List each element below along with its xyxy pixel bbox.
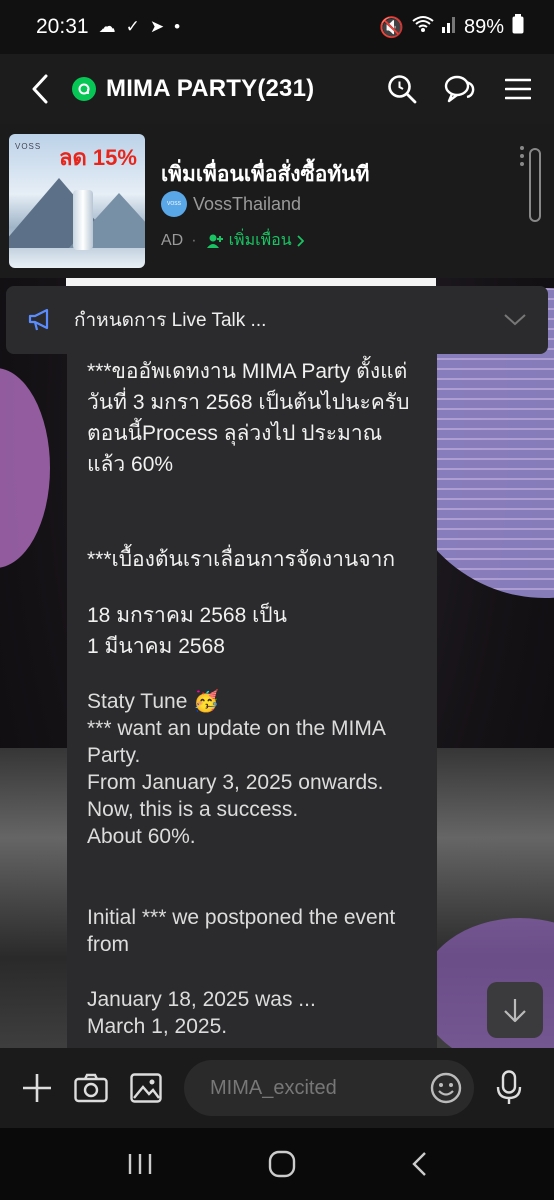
message-line: Initial *** we postponed the event from — [87, 906, 396, 956]
add-friend-label: เพิ่มเพื่อน — [228, 232, 292, 249]
message-bubble[interactable]: ***ขออัพเดทงาน MIMA Party ตั้งแต่วันที่ … — [67, 354, 437, 1048]
message-line: 1 มีนาคม 2568 — [87, 635, 225, 658]
ad-discount: ลด 15% — [59, 145, 137, 170]
message-line: Staty Tune 🥳 — [87, 690, 220, 713]
ad-image-brand: VOSS — [15, 142, 42, 151]
message-line: January 18, 2025 was ... — [87, 988, 316, 1011]
ad-scroll-indicator — [529, 148, 541, 222]
back-nav-icon[interactable] — [411, 1151, 427, 1177]
camera-icon[interactable] — [74, 1073, 108, 1103]
search-icon — [388, 75, 417, 104]
emoji-icon[interactable] — [430, 1072, 462, 1104]
ad-image[interactable]: VOSS ลด 15% — [9, 134, 145, 268]
cloud-icon: ☁ — [98, 17, 116, 36]
message-line: *** want an update on the MIMA Party. — [87, 717, 385, 767]
plus-icon[interactable] — [22, 1073, 52, 1103]
message-input[interactable] — [210, 1076, 430, 1100]
message-line: 18 มกราคม 2568 เป็น — [87, 604, 287, 627]
add-friend-link[interactable]: เพิ่มเพื่อน — [205, 228, 304, 253]
message-line: ***ขออัพเดทงาน MIMA Party ตั้งแต่วันที่ … — [87, 360, 410, 476]
arrow-down-icon — [504, 999, 526, 1023]
ad-account-name: VossThailand — [193, 193, 302, 214]
status-bar: 20:31 ☁ ✓ ➤ • 🔇 89% — [0, 0, 554, 54]
chats-button[interactable] — [444, 73, 476, 105]
message-line: Now, this is a success. — [87, 798, 299, 821]
add-person-icon — [206, 234, 223, 248]
scroll-to-bottom-button[interactable] — [487, 982, 543, 1038]
ad-title: เพิ่มเพื่อนเพื่อสั่งซื้อทันที — [161, 163, 370, 186]
chat-bubbles-icon — [444, 75, 475, 103]
home-icon[interactable] — [268, 1150, 296, 1178]
message-line: ***เบื้องต้นเราเลื่อนการจัดงานจาก — [87, 548, 396, 571]
menu-button[interactable] — [502, 73, 534, 105]
chevron-left-icon — [32, 74, 48, 104]
bottle-image — [73, 190, 93, 250]
back-button[interactable] — [20, 69, 60, 109]
microphone-icon[interactable] — [496, 1070, 522, 1106]
ad-label: AD — [161, 231, 184, 249]
message-input-field[interactable] — [184, 1060, 474, 1116]
mute-icon: 🔇 — [379, 16, 404, 39]
clock: 20:31 — [36, 15, 89, 38]
hamburger-icon — [505, 78, 531, 100]
check-icon: ✓ — [125, 17, 140, 36]
ad-account-logo: VOSS — [161, 191, 187, 217]
wifi-icon — [412, 15, 434, 39]
chevron-down-icon[interactable] — [504, 314, 526, 326]
message-input-bar — [0, 1048, 554, 1128]
battery-level: 89% — [463, 15, 504, 38]
search-button[interactable] — [386, 73, 418, 105]
message-line: From January 3, 2025 onwards. — [87, 771, 384, 794]
image-icon[interactable] — [130, 1073, 162, 1103]
ad-more-icon[interactable] — [520, 146, 526, 166]
chat-title: MIMA PARTY(231) — [106, 75, 315, 102]
telegram-icon: ➤ — [149, 17, 165, 36]
system-nav-bar — [0, 1128, 554, 1200]
chevron-right-icon — [297, 234, 304, 247]
megaphone-icon — [28, 309, 49, 331]
recent-apps-icon[interactable] — [127, 1152, 153, 1176]
ad-separator: · — [191, 231, 197, 249]
chat-header: MIMA PARTY(231) — [0, 54, 554, 124]
ad-banner[interactable]: VOSS ลด 15% เพิ่มเพื่อนเพื่อสั่งซื้อทันท… — [0, 124, 554, 278]
dot-icon: • — [174, 17, 181, 36]
announcement-bar[interactable]: กำหนดการ Live Talk ... — [6, 286, 548, 354]
message-line: About 60%. — [87, 825, 196, 848]
signal-icon — [441, 15, 456, 39]
openchat-badge-icon — [72, 77, 96, 101]
message-line: March 1, 2025. — [87, 1015, 228, 1038]
announcement-text: กำหนดการ Live Talk ... — [74, 310, 267, 331]
battery-icon — [512, 14, 524, 40]
